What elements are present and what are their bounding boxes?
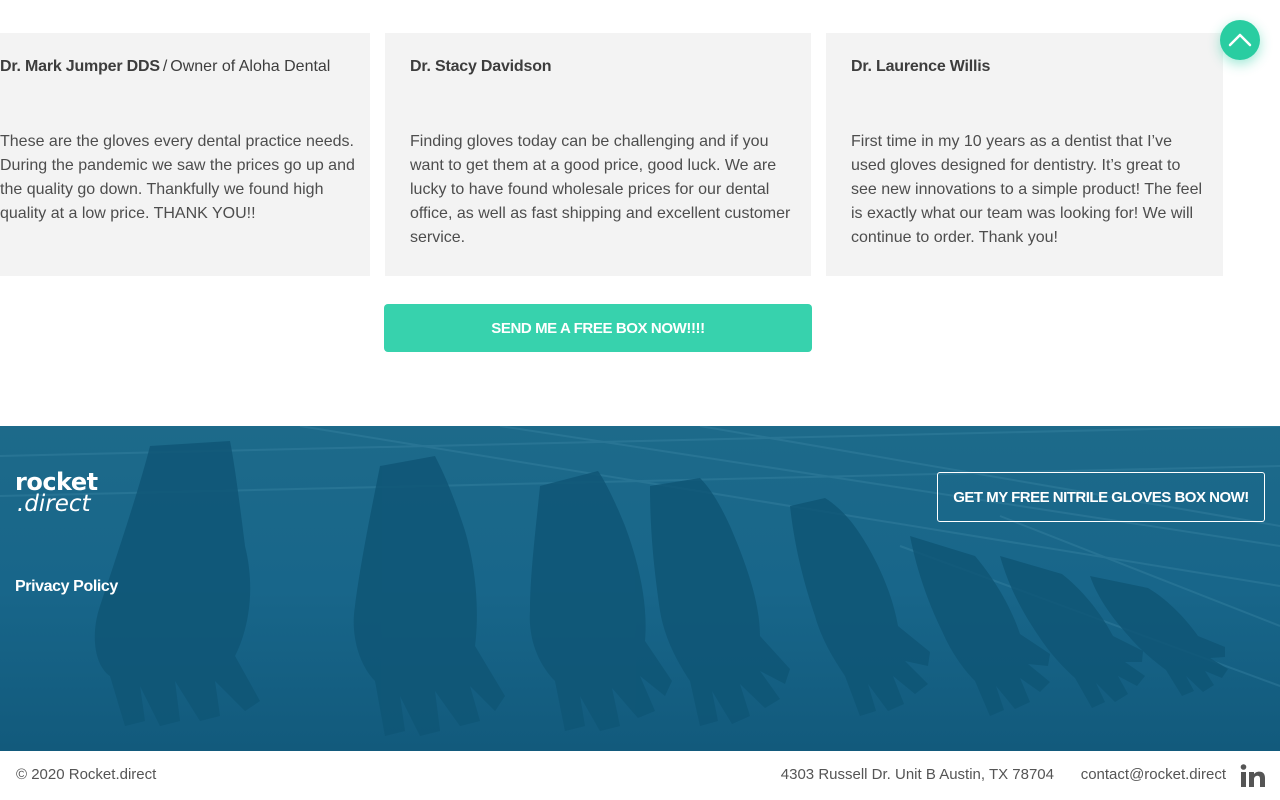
testimonial-text: These are the gloves every dental practi… (0, 133, 355, 222)
testimonial-author-role: Owner of Aloha Dental (170, 58, 331, 75)
contact-email-link[interactable]: contact@rocket.direct (1081, 766, 1226, 783)
testimonial-card: Dr. Laurence Willis First time in my 10 … (826, 33, 1223, 276)
testimonial-text: First time in my 10 years as a dentist t… (851, 133, 1203, 246)
testimonial-author: Dr. Laurence Willis (851, 58, 991, 75)
bottom-bar: © 2020 Rocket.direct 4303 Russell Dr. Un… (0, 751, 1280, 800)
testimonial-card: Dr. Mark Jumper DDS / Owner of Aloha Denta… (0, 33, 370, 276)
scroll-to-top-button[interactable] (1220, 20, 1260, 60)
testimonial-header: Dr. Mark Jumper DDS / Owner of Aloha Denta… (0, 57, 360, 77)
get-free-gloves-button[interactable]: GET MY FREE NITRILE GLOVES BOX NOW! (937, 472, 1265, 522)
linkedin-icon[interactable] (1240, 763, 1266, 789)
chevron-up-icon (1228, 33, 1252, 47)
logo-word-rocket: rocket (15, 468, 98, 496)
testimonial-text: Finding gloves today can be challenging … (410, 133, 791, 246)
testimonial-header: Dr. Stacy Davidson (410, 57, 801, 77)
send-free-box-button[interactable]: SEND ME A FREE BOX NOW!!!! (384, 304, 812, 352)
author-separator: / (162, 58, 168, 75)
testimonial-header: Dr. Laurence Willis (851, 57, 1213, 77)
logo-word-direct: .direct (17, 491, 91, 517)
copyright-text: © 2020 Rocket.direct (16, 766, 157, 783)
rocket-direct-logo[interactable]: rocket .direct (15, 468, 98, 517)
privacy-policy-link[interactable]: Privacy Policy (15, 578, 118, 596)
testimonial-author: Dr. Stacy Davidson (410, 58, 552, 75)
testimonial-author: Dr. Mark Jumper DDS (0, 58, 160, 75)
site-footer: rocket .direct Privacy Policy GET MY FRE… (0, 426, 1280, 751)
testimonials-section: Dr. Mark Jumper DDS / Owner of Aloha Denta… (0, 0, 1280, 426)
testimonial-card: Dr. Stacy Davidson Finding gloves today … (385, 33, 811, 276)
address-text: 4303 Russell Dr. Unit B Austin, TX 78704 (780, 766, 1054, 783)
